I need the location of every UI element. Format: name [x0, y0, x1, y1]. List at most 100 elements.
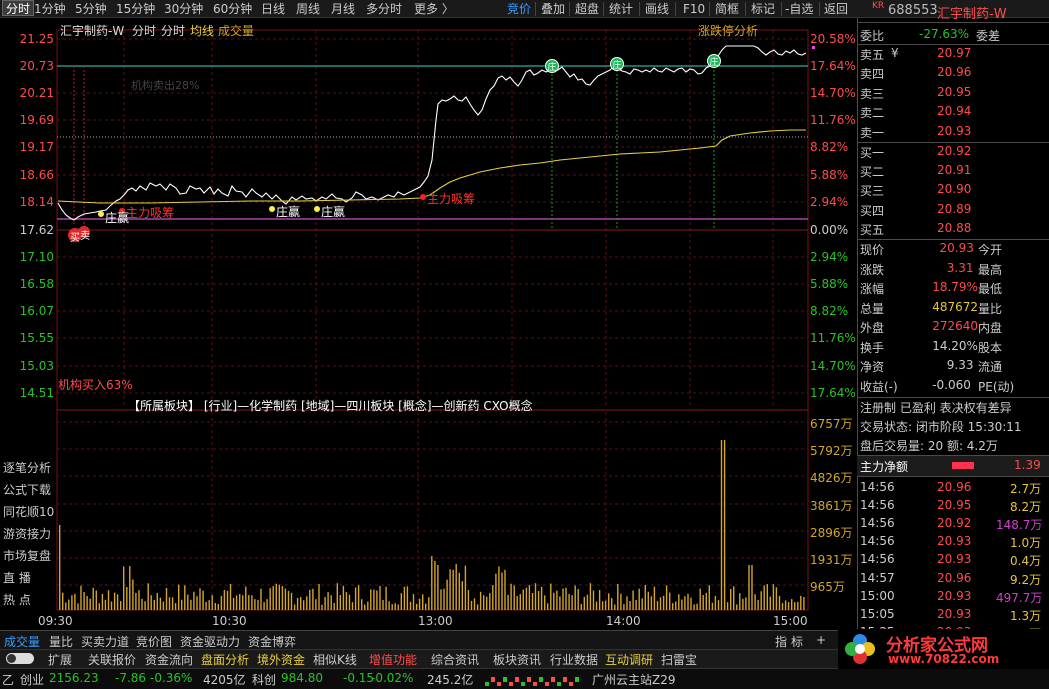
btn-watchlist[interactable]: -自选 — [785, 1, 813, 17]
volume-bar — [284, 588, 287, 610]
btn-super[interactable]: 超盘 — [575, 1, 599, 17]
function-tab[interactable]: 板块资讯 — [493, 651, 541, 668]
volume-bar — [406, 586, 409, 610]
indicator-button-2[interactable]: 标 — [791, 633, 803, 650]
function-tab[interactable]: 相似K线 — [313, 651, 357, 668]
price-tick: 15.03 — [19, 359, 54, 373]
left-tool-button[interactable]: 逐笔分析 — [3, 459, 51, 476]
bid-price[interactable]: 20.88 — [937, 221, 971, 235]
tab-5min[interactable]: 5分钟 — [75, 1, 107, 17]
btn-back[interactable]: 返回 — [824, 1, 848, 17]
pct-tick: 14.70% — [810, 86, 856, 100]
indicator-tab[interactable]: 买卖力道 — [81, 633, 129, 650]
tab-30min[interactable]: 30分钟 — [164, 1, 203, 17]
bid-price[interactable]: 20.90 — [937, 182, 971, 196]
indicator-button-1[interactable]: 指 — [775, 633, 787, 650]
left-tool-button[interactable]: 游资接力 — [3, 525, 51, 542]
ask-price[interactable]: 20.93 — [937, 124, 971, 138]
volume-bar — [68, 599, 70, 610]
volume-bar — [83, 592, 85, 610]
sector-info[interactable]: 【所属板块】 [行业]—化学制药 [地域]—四川板块 [概念]—创新药 CXO概… — [128, 397, 533, 414]
volume-bar — [226, 590, 229, 610]
function-tab[interactable]: 互动调研 — [605, 651, 653, 668]
left-tool-button[interactable]: 市场复盘 — [3, 547, 51, 564]
volume-bar — [422, 594, 424, 610]
status-idx2: 科创 — [252, 673, 277, 687]
ask-price[interactable]: 20.94 — [937, 104, 971, 118]
function-tab[interactable]: 资金流向 — [145, 651, 193, 668]
btn-draw[interactable]: 画线 — [645, 1, 669, 17]
function-tab[interactable]: 行业数据 — [550, 651, 598, 668]
add-indicator-button[interactable]: + — [816, 633, 826, 647]
volume-bar — [443, 588, 445, 610]
left-tool-button[interactable]: 公式下载 — [3, 481, 51, 498]
price-tick: 21.25 — [19, 32, 54, 46]
volume-bar — [711, 602, 714, 610]
status-prefix: 乙 — [2, 673, 15, 687]
btn-stats[interactable]: 统计 — [609, 1, 633, 17]
btn-mark[interactable]: 标记 — [751, 1, 775, 17]
bid-price[interactable]: 20.92 — [937, 144, 971, 158]
volume-label: 成交量 — [218, 24, 255, 38]
function-tab[interactable]: 增值功能 — [369, 651, 417, 668]
volume-bar — [181, 599, 183, 610]
volume-bar — [300, 597, 302, 610]
indicator-tab[interactable]: 成交量 — [4, 633, 40, 650]
indicator-tab[interactable]: 竞价图 — [136, 633, 172, 650]
tab-fenshi[interactable]: 分时 — [2, 0, 35, 16]
ask-price[interactable]: 20.95 — [937, 85, 971, 99]
status-bar-icon — [563, 677, 567, 682]
tab-1min[interactable]: 1分钟 — [34, 1, 66, 17]
pct-tick: 5.88% — [810, 168, 849, 182]
ask-price[interactable]: 20.97 — [937, 46, 971, 60]
volume-bar — [428, 597, 430, 610]
tab-week[interactable]: 周线 — [296, 1, 320, 17]
stat-label: 净资 — [860, 360, 885, 374]
logo-url: www.70822.com — [888, 652, 1000, 666]
btn-overlay[interactable]: 叠加 — [541, 1, 565, 17]
ask-price[interactable]: 20.96 — [937, 65, 971, 79]
volume-bar — [486, 596, 488, 610]
function-tab[interactable]: 关联报价 — [88, 651, 136, 668]
time-tick: 09:30 — [38, 614, 73, 628]
function-tab[interactable]: 扫雷宝 — [661, 651, 697, 668]
indicator-tab[interactable]: 量比 — [49, 633, 73, 650]
tab-month[interactable]: 月线 — [331, 1, 355, 17]
function-tab[interactable]: 扩展 — [48, 651, 72, 668]
tab-day[interactable]: 日线 — [261, 1, 285, 17]
function-tab[interactable]: 综合资讯 — [431, 651, 479, 668]
bid-price[interactable]: 20.89 — [937, 202, 971, 216]
function-tab[interactable]: 境外资金 — [257, 651, 305, 668]
indicator-tab[interactable]: 资金驱动力 — [180, 633, 240, 650]
indicator-tab[interactable]: 资金博弈 — [248, 633, 296, 650]
kr-tag: KR — [872, 1, 885, 11]
tab-60min[interactable]: 60分钟 — [213, 1, 252, 17]
price-tick: 15.55 — [19, 331, 54, 345]
left-tool-button[interactable]: 热 点 — [3, 591, 31, 608]
btn-f10[interactable]: F10 — [683, 1, 705, 17]
tab-more[interactable]: 更多 〉 — [414, 1, 454, 17]
volume-bar — [98, 603, 100, 610]
tab-multi[interactable]: 多分时 — [366, 1, 402, 17]
btn-auction[interactable]: 竞价 — [507, 1, 531, 17]
volume-bar — [135, 592, 137, 610]
function-tab[interactable]: 盘面分析 — [201, 651, 249, 668]
btn-simple[interactable]: 简框 — [715, 1, 739, 17]
intraday-chart[interactable]: 庄庄庄 — [0, 18, 857, 630]
tick-volume: 2.7万 — [1010, 482, 1042, 496]
net-label[interactable]: 主力净额 — [860, 458, 908, 475]
stat-label: 总量 — [860, 301, 885, 316]
volume-bar — [165, 588, 168, 610]
bid-price[interactable]: 20.91 — [937, 163, 971, 177]
time-tick: 13:00 — [418, 614, 453, 628]
pct-tick: 2.94% — [810, 250, 849, 264]
volume-bar — [132, 579, 134, 610]
limit-analysis[interactable]: 涨跌停分析 — [698, 22, 758, 39]
tick-price: 20.93 — [937, 552, 972, 567]
left-tool-button[interactable]: 同花顺10 — [3, 503, 54, 520]
volume-bar — [178, 584, 180, 610]
left-tool-button[interactable]: 直 播 — [3, 569, 31, 586]
volume-bar — [74, 593, 76, 610]
volume-bar — [611, 598, 613, 610]
tab-15min[interactable]: 15分钟 — [116, 1, 155, 17]
